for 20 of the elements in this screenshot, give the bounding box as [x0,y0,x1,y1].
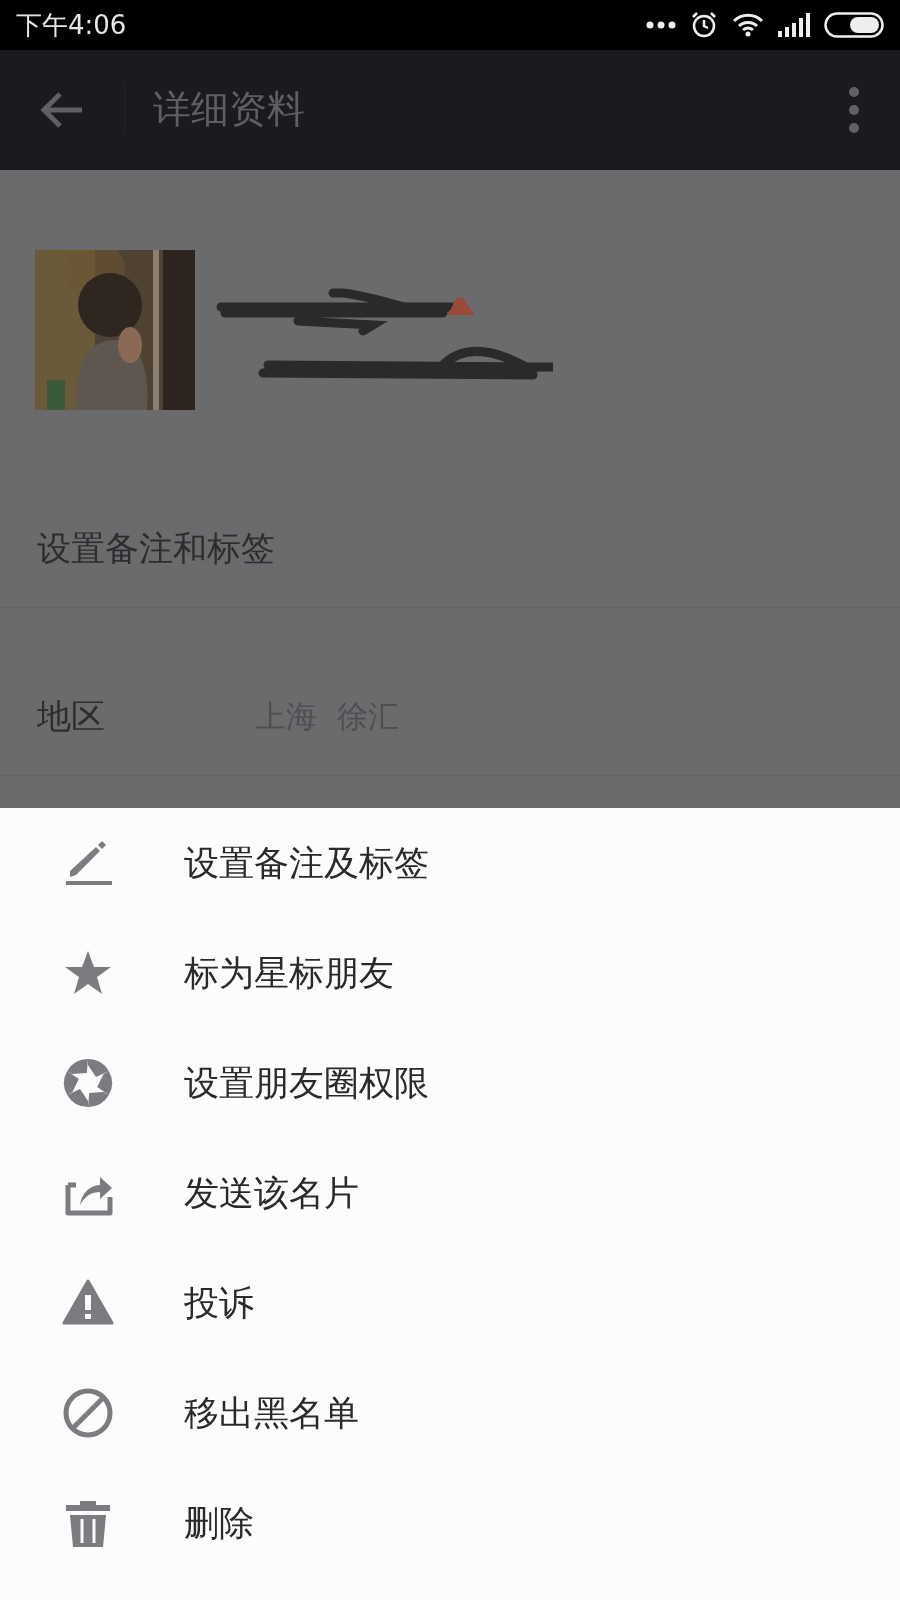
aperture-icon [62,1057,114,1109]
back-button[interactable] [40,90,84,130]
page-title: 详细资料 [153,86,306,134]
more-button[interactable] [848,86,860,134]
wifi-icon [732,13,764,37]
more-notifications-icon [646,21,676,29]
battery-icon [824,12,884,38]
menu-item[interactable]: 移出黑名单 [0,1358,900,1468]
row-label: 地区 [37,695,106,739]
status-time: 下午4:06 [16,8,127,42]
signal-icon [778,13,810,37]
block-icon [62,1387,114,1439]
row-label: 设置备注和标签 [37,527,275,571]
menu-item[interactable]: 发送该名片 [0,1138,900,1248]
menu-item[interactable]: 标为星标朋友 [0,918,900,1028]
menu-item[interactable]: 删除 [0,1468,900,1578]
alarm-icon [690,11,718,39]
menu-item[interactable]: 设置备注及标签 [0,808,900,918]
menu-item[interactable]: 设置朋友圈权限 [0,1028,900,1138]
menu-item[interactable]: 投诉 [0,1248,900,1358]
